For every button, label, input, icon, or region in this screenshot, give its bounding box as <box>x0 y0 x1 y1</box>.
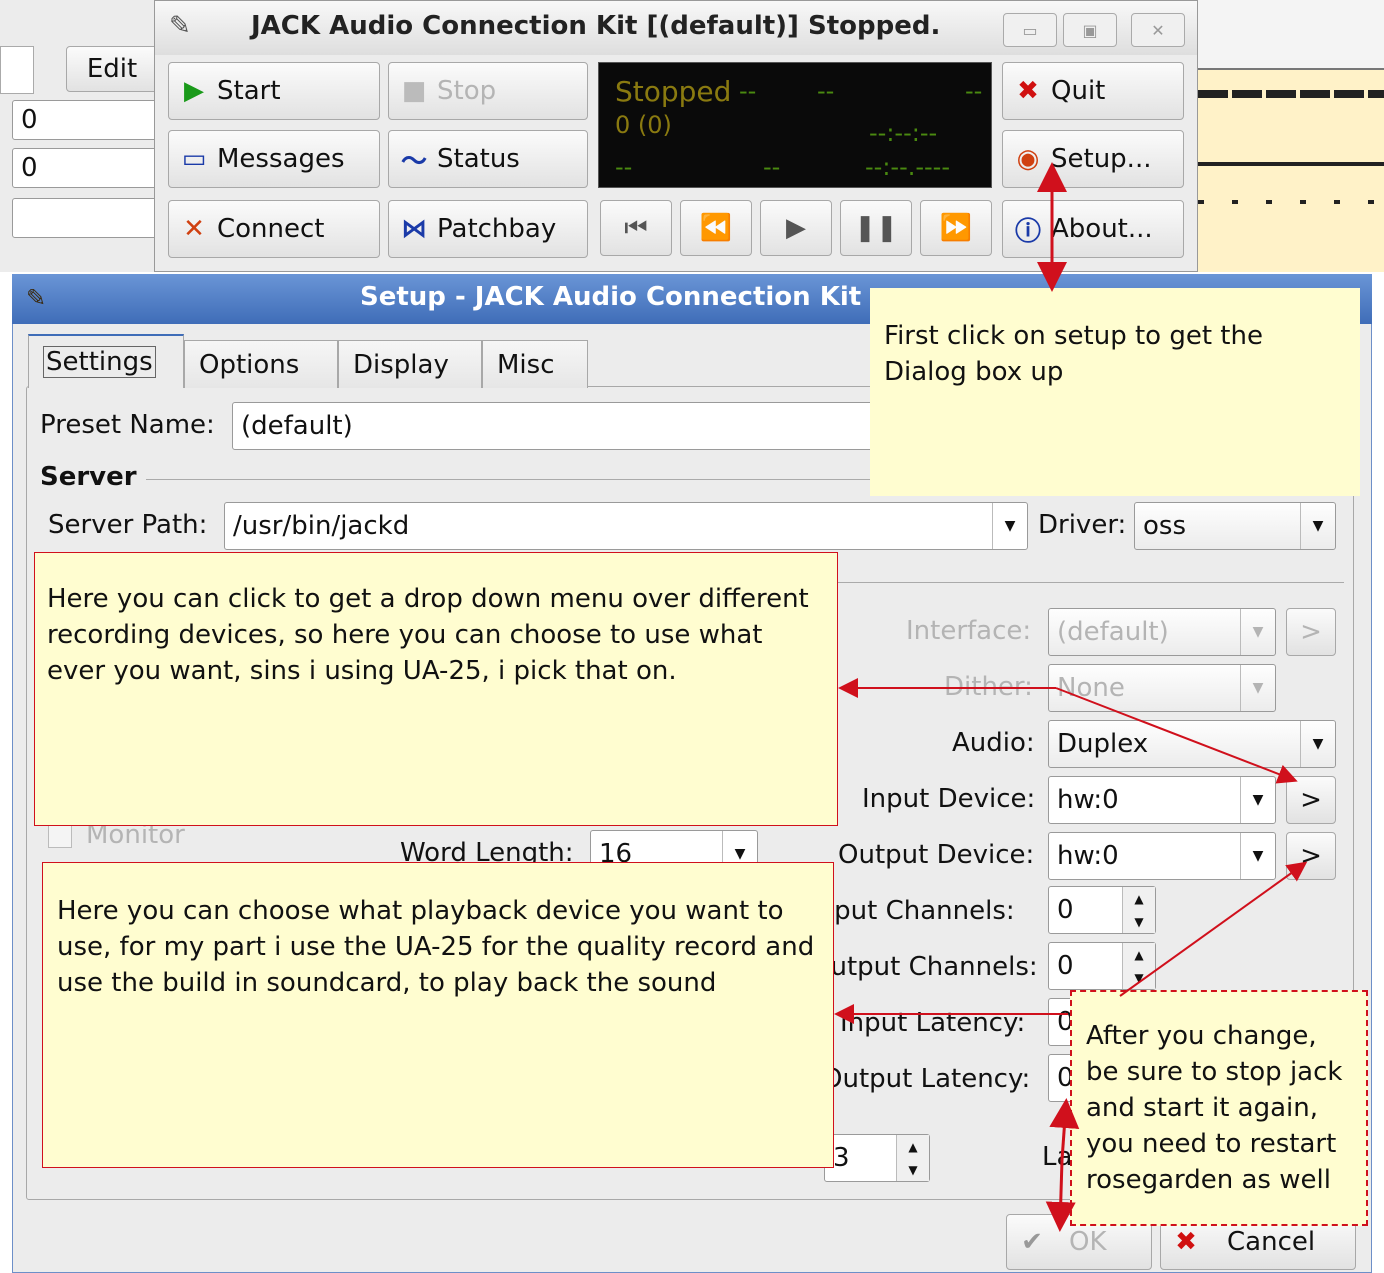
annotation-arrows <box>834 162 1308 1232</box>
arrow-line <box>1119 861 1308 997</box>
arrow-line <box>1055 687 1298 784</box>
tab-settings[interactable]: Settings <box>28 334 184 388</box>
arrow-line <box>1049 1098 1080 1161</box>
arrow-line <box>1045 1159 1076 1232</box>
